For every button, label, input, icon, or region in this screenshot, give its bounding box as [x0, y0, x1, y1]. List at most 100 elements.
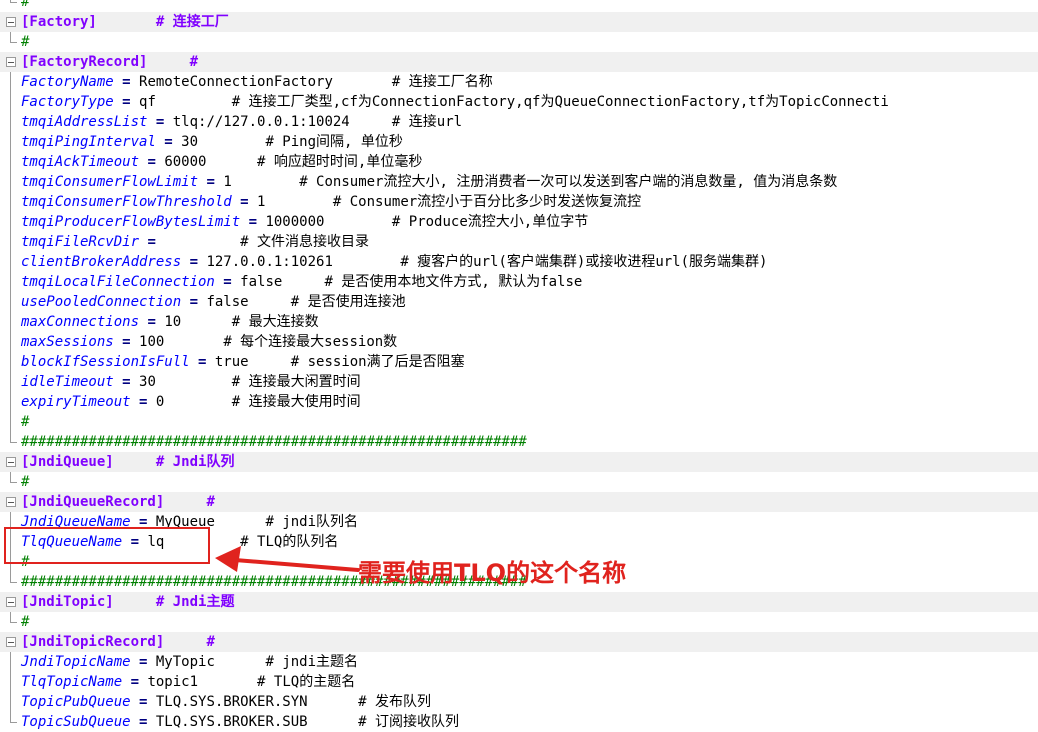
equals-sign: =	[189, 354, 215, 370]
comment-line[interactable]: #	[0, 32, 1038, 52]
config-value: false	[240, 274, 283, 290]
line-code: #	[21, 0, 29, 12]
config-entry-line[interactable]: maxConnections = 10 # 最大连接数	[0, 312, 1038, 332]
config-entry-line[interactable]: tmqiPingInterval = 30 # Ping间隔, 单位秒	[0, 132, 1038, 152]
config-entry-line[interactable]: blockIfSessionIsFull = true # session满了后…	[0, 352, 1038, 372]
config-value: TLQ.SYS.BROKER.SYN	[155, 694, 308, 710]
section-header-line[interactable]: [FactoryRecord] #	[0, 52, 1038, 72]
config-value: true	[214, 354, 249, 370]
config-key: tmqiAckTimeout	[21, 154, 140, 170]
section-header-line[interactable]: [Factory] # 连接工厂	[0, 12, 1038, 32]
section-header-line[interactable]: [JndiQueue] # Jndi队列	[0, 452, 1038, 472]
config-entry-line[interactable]: clientBrokerAddress = 127.0.0.1:10261 # …	[0, 252, 1038, 272]
section-comment: # Jndi队列	[155, 454, 235, 470]
equals-sign: =	[113, 374, 140, 390]
config-entry-line[interactable]: JndiTopicName = MyTopic # jndi主题名	[0, 652, 1038, 672]
config-comment: # Consumer流控大小, 注册消费者一次可以发送到客户端的消息数量, 值为…	[299, 174, 838, 190]
line-code: [JndiQueueRecord] #	[21, 492, 215, 512]
config-entry-line[interactable]: tmqiAckTimeout = 60000 # 响应超时时间,单位毫秒	[0, 152, 1038, 172]
line-code: TlqTopicName = topic1 # TLQ的主题名	[21, 672, 355, 692]
fold-guide	[6, 172, 18, 192]
config-key: usePooledConnection	[21, 294, 182, 310]
config-comment: # jndi主题名	[265, 654, 359, 670]
fold-guide	[6, 92, 18, 112]
config-comment: # 瘦客户的url(客户端集群)或接收进程url(服务端集群)	[400, 254, 768, 270]
equals-sign: =	[139, 154, 165, 170]
config-value: MyTopic	[155, 654, 215, 670]
comment-line[interactable]: #	[0, 472, 1038, 492]
fold-toggle-icon[interactable]	[6, 632, 18, 652]
line-code: tmqiConsumerFlowThreshold = 1 # Consumer…	[21, 192, 641, 212]
fold-guide	[6, 72, 18, 92]
config-entry-line[interactable]: TopicPubQueue = TLQ.SYS.BROKER.SYN # 发布队…	[0, 692, 1038, 712]
config-comment: # 订阅接收队列	[358, 714, 460, 730]
config-key: clientBrokerAddress	[21, 254, 182, 270]
config-comment: # Consumer流控小于百分比多少时发送恢复流控	[332, 194, 642, 210]
section-header-line[interactable]: [JndiTopic] # Jndi主题	[0, 592, 1038, 612]
config-key: tmqiFileRcvDir	[21, 234, 140, 250]
comment-line[interactable]: #	[0, 412, 1038, 432]
config-key: TlqTopicName	[21, 674, 123, 690]
line-code: [JndiTopic] # Jndi主题	[21, 592, 234, 612]
config-entry-line[interactable]: tmqiAddressList = tlq://127.0.0.1:10024 …	[0, 112, 1038, 132]
config-key: JndiTopicName	[21, 654, 131, 670]
config-key: TopicSubQueue	[21, 714, 131, 730]
hash-comment: #	[21, 474, 30, 490]
fold-toggle-icon[interactable]	[6, 52, 18, 72]
config-entry-line[interactable]: tmqiLocalFileConnection = false # 是否使用本地…	[0, 272, 1038, 292]
hash-comment: #	[21, 614, 30, 630]
section-name: [JndiQueueRecord]	[21, 494, 165, 510]
line-code: tmqiPingInterval = 30 # Ping间隔, 单位秒	[21, 132, 403, 152]
config-entry-line[interactable]: idleTimeout = 30 # 连接最大闲置时间	[0, 372, 1038, 392]
line-code: blockIfSessionIsFull = true # session满了后…	[21, 352, 465, 372]
config-entry-line[interactable]: maxSessions = 100 # 每个连接最大session数	[0, 332, 1038, 352]
config-entry-line[interactable]: tmqiConsumerFlowThreshold = 1 # Consumer…	[0, 192, 1038, 212]
config-entry-line[interactable]: usePooledConnection = false # 是否使用连接池	[0, 292, 1038, 312]
config-entry-line[interactable]: tmqiConsumerFlowLimit = 1 # Consumer流控大小…	[0, 172, 1038, 192]
fold-guide	[6, 672, 18, 692]
comment-line[interactable]: ########################################…	[0, 432, 1038, 452]
section-header-line[interactable]: [JndiTopicRecord] #	[0, 632, 1038, 652]
highlight-box	[4, 527, 210, 564]
config-entry-line[interactable]: tmqiFileRcvDir = # 文件消息接收目录	[0, 232, 1038, 252]
config-entry-line[interactable]: expiryTimeout = 0 # 连接最大使用时间	[0, 392, 1038, 412]
config-value: 10	[164, 314, 182, 330]
config-entry-line[interactable]: TlqTopicName = topic1 # TLQ的主题名	[0, 672, 1038, 692]
config-value: 100	[139, 334, 165, 350]
equals-sign: =	[155, 134, 182, 150]
line-code: maxConnections = 10 # 最大连接数	[21, 312, 319, 332]
config-comment: # Produce流控大小,单位字节	[391, 214, 589, 230]
config-comment: # session满了后是否阻塞	[290, 354, 465, 370]
comment-line[interactable]: #	[0, 0, 1038, 12]
config-entry-line[interactable]: FactoryName = RemoteConnectionFactory # …	[0, 72, 1038, 92]
section-header-line[interactable]: [JndiQueueRecord] #	[0, 492, 1038, 512]
line-code: #	[21, 472, 29, 492]
callout-text: 需要使用TLQ的这个名称	[358, 559, 627, 587]
fold-toggle-icon[interactable]	[6, 492, 18, 512]
config-comment: # TLQ的主题名	[257, 674, 356, 690]
line-code: tmqiLocalFileConnection = false # 是否使用本地…	[21, 272, 582, 292]
fold-toggle-icon[interactable]	[6, 12, 18, 32]
config-entry-line[interactable]: TopicSubQueue = TLQ.SYS.BROKER.SUB # 订阅接…	[0, 712, 1038, 732]
fold-toggle-icon[interactable]	[6, 592, 18, 612]
config-entry-line[interactable]: FactoryType = qf # 连接工厂类型,cf为ConnectionF…	[0, 92, 1038, 112]
ini-editor[interactable]: # [Factory] # 连接工厂 # [FactoryRecord] # Facto…	[0, 0, 1038, 732]
config-comment: # 是否使用本地文件方式, 默认为false	[324, 274, 583, 290]
comment-line[interactable]: #	[0, 612, 1038, 632]
arrow-icon	[215, 546, 360, 572]
config-key: tmqiAddressList	[21, 114, 148, 130]
line-code: ########################################…	[21, 432, 527, 452]
config-key: tmqiPingInterval	[21, 134, 156, 150]
config-key: idleTimeout	[21, 374, 114, 390]
config-entry-line[interactable]: tmqiProducerFlowBytesLimit = 1000000 # P…	[0, 212, 1038, 232]
config-value: RemoteConnectionFactory	[139, 74, 333, 90]
fold-toggle-icon[interactable]	[6, 452, 18, 472]
